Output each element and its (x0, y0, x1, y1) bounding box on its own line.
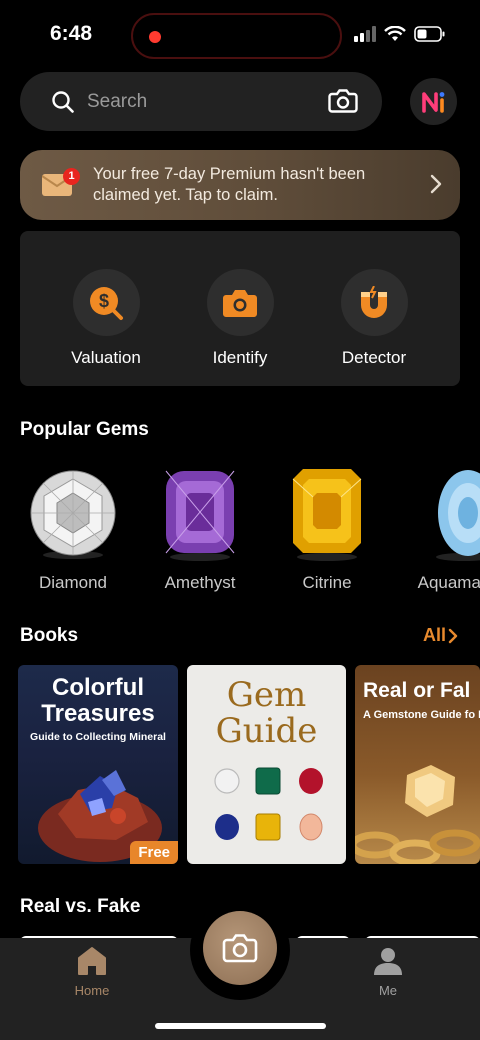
tab-label: Home (74, 983, 110, 998)
promo-text: Your free 7-day Premium hasn't been clai… (93, 165, 366, 204)
identify-tool[interactable]: Identify (185, 269, 295, 368)
books-all-link[interactable]: All (423, 625, 458, 646)
detector-icon-circle (340, 269, 408, 336)
valuation-tool[interactable]: $ Valuation (51, 269, 161, 368)
valuation-icon-circle: $ (72, 269, 140, 336)
tool-label: Identify (212, 348, 268, 367)
scan-camera-button[interactable] (203, 911, 277, 985)
book-subtitle: Guide to Collecting Mineral (30, 731, 166, 743)
home-indicator (155, 1023, 326, 1029)
svg-text:$: $ (99, 291, 109, 311)
gem-name: Aquamari (417, 573, 480, 592)
book-card-gem-guide[interactable]: Gem Guide (187, 665, 346, 864)
magnet-icon (361, 285, 387, 318)
status-time: 6:48 (50, 22, 93, 45)
book-title: Real or Fal (363, 679, 471, 702)
ai-logo-icon (421, 91, 444, 113)
notification-badge: 1 (63, 168, 80, 185)
gem-item-aquamarine[interactable]: Aquamari (399, 465, 480, 593)
status-bar: 6:48 (0, 0, 480, 70)
books-title: Books (20, 625, 79, 646)
free-badge: Free (130, 841, 178, 864)
tab-home[interactable]: Home (52, 946, 132, 998)
gem-name: Citrine (302, 573, 352, 592)
all-label: All (423, 625, 447, 645)
popular-gems-title: Popular Gems (20, 419, 149, 440)
diamond-image (18, 465, 128, 565)
camera-icon[interactable] (328, 88, 358, 114)
battery-icon (414, 26, 445, 42)
tab-me[interactable]: Me (348, 946, 428, 998)
wifi-icon (384, 26, 406, 41)
cellular-signal-icon (354, 26, 376, 42)
gem-name: Amethyst (164, 573, 236, 592)
gold-jewelry-image (355, 765, 480, 864)
camera-icon (223, 289, 257, 317)
identify-icon-circle (206, 269, 274, 336)
status-icons (354, 26, 446, 42)
amethyst-image (145, 465, 255, 565)
recording-indicator-icon (149, 31, 161, 43)
gem-name: Diamond (38, 573, 108, 592)
tool-label: Valuation (71, 348, 141, 367)
dynamic-island (131, 13, 342, 59)
search-icon (52, 91, 74, 113)
book-title: Colorful Treasures (41, 674, 155, 727)
chevron-right-icon (448, 628, 458, 643)
book-subtitle: A Gemstone Guide fo Enthusiasts (363, 709, 480, 721)
dollar-search-icon: $ (90, 286, 123, 320)
camera-icon (222, 934, 258, 963)
ai-assistant-button[interactable] (410, 78, 457, 125)
aquamarine-image (399, 465, 480, 565)
search-bar[interactable]: Search (20, 72, 382, 131)
real-vs-fake-title: Real vs. Fake (20, 896, 141, 917)
tool-label: Detector (341, 348, 407, 367)
gem-grid-image (214, 767, 323, 841)
gem-item-amethyst[interactable]: Amethyst (145, 465, 255, 593)
book-title: Gem Guide (215, 675, 318, 751)
citrine-image (272, 465, 382, 565)
home-icon (78, 947, 106, 975)
user-icon (374, 948, 402, 975)
gem-item-citrine[interactable]: Citrine (272, 465, 382, 593)
premium-promo-banner[interactable]: 1 Your free 7-day Premium hasn't been cl… (20, 150, 460, 220)
gem-item-diamond[interactable]: Diamond (18, 465, 128, 593)
chevron-right-icon (430, 174, 442, 194)
tab-label: Me (378, 983, 398, 998)
detector-tool[interactable]: Detector (319, 269, 429, 368)
book-card-colorful-treasures[interactable]: Colorful Treasures Guide to Collecting M… (18, 665, 178, 864)
search-input[interactable]: Search (87, 91, 147, 113)
tools-panel: $ Valuation Identify Detector (20, 231, 460, 386)
book-card-real-or-fake[interactable]: Real or Fal A Gemstone Guide fo Enthusia… (355, 665, 480, 864)
